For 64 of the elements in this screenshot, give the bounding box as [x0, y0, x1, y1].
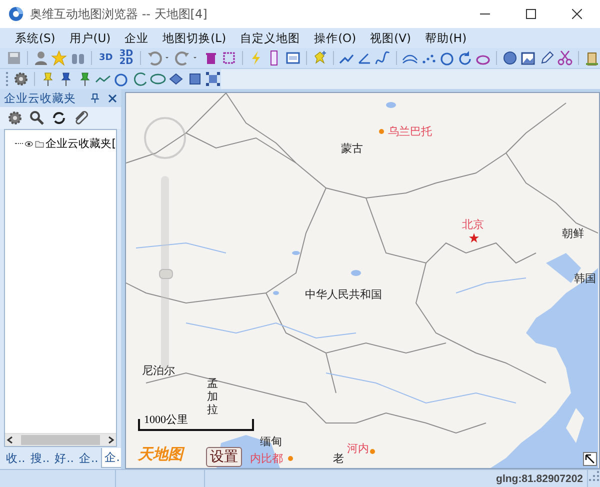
resize-grip-icon[interactable] — [588, 470, 600, 482]
eye-icon[interactable] — [24, 138, 33, 148]
pan-control[interactable] — [144, 117, 186, 159]
scroll-right-icon[interactable] — [106, 435, 116, 445]
menu-item[interactable]: 帮助(H) — [418, 30, 474, 46]
pin-icon[interactable] — [90, 93, 100, 103]
panel-tab[interactable]: 收.. — [4, 448, 28, 468]
redo-icon[interactable] — [174, 49, 191, 67]
close-icon[interactable] — [108, 94, 117, 102]
settings-button[interactable]: 设置 — [206, 447, 242, 467]
zoom-thumb[interactable] — [159, 268, 173, 278]
menu-item[interactable]: 企业 — [118, 30, 156, 46]
country-label: 韩国 — [574, 271, 596, 286]
panel-title: 企业云收藏夹 — [4, 90, 77, 106]
capital-label: 北京 — [462, 217, 484, 232]
panel-tab[interactable]: 搜.. — [28, 448, 52, 468]
menu-item[interactable]: 视图(V) — [363, 30, 418, 46]
city-label: 内比都 — [250, 451, 283, 466]
scale-label: 1000公里 — [144, 414, 188, 426]
nodes-icon[interactable] — [204, 70, 222, 88]
capital-star-icon — [469, 233, 479, 243]
maximize-icon[interactable] — [526, 9, 536, 19]
country-label: 蒙古 — [341, 141, 363, 156]
collapse-button[interactable] — [583, 452, 597, 466]
city-label: 河内 — [347, 441, 369, 456]
refresh-icon[interactable] — [456, 49, 474, 67]
panel-tab[interactable]: 企.. — [76, 448, 100, 468]
country-label: 老 — [333, 451, 344, 466]
3d-button[interactable]: 3D — [96, 49, 116, 67]
arc-circle-icon[interactable] — [132, 70, 148, 88]
gear-icon[interactable] — [6, 109, 24, 127]
tree-item[interactable]: 企业云收藏夹[ — [46, 136, 116, 151]
close-icon[interactable] — [572, 9, 582, 19]
city-dot-icon — [370, 449, 375, 454]
menu-item[interactable]: 地图切换(L) — [156, 30, 234, 46]
country-label: 尼泊尔 — [142, 363, 175, 378]
3d-2d-button[interactable]: 3D 2D — [117, 49, 136, 67]
star-icon[interactable] — [51, 49, 68, 67]
curve-icon[interactable] — [375, 49, 392, 67]
person-icon[interactable] — [33, 49, 50, 67]
country-label: 缅甸 — [260, 434, 282, 449]
app-logo-icon — [8, 6, 24, 22]
panel-tab[interactable]: 好.. — [52, 448, 76, 468]
menu-item[interactable]: 自定义地图 — [233, 30, 308, 46]
city-dot-icon — [288, 456, 293, 461]
country-label: 孟加拉 — [207, 377, 218, 417]
menu-item[interactable]: 系统(S) — [8, 30, 62, 46]
scrollbar-thumb[interactable] — [21, 435, 100, 445]
search-icon[interactable] — [28, 109, 46, 127]
country-label: 中华人民共和国 — [305, 287, 382, 302]
scroll-left-icon[interactable] — [5, 435, 15, 445]
menu-item[interactable]: 用户(U) — [62, 30, 118, 46]
gear-icon[interactable] — [12, 70, 30, 88]
panel-tab[interactable]: 企. — [101, 448, 123, 468]
sync-icon[interactable] — [50, 109, 68, 127]
city-dot-icon — [379, 129, 384, 134]
country-label: 朝鲜 — [562, 226, 584, 241]
coordinates-text: glng:81.82907202 — [496, 472, 583, 484]
city-label: 乌兰巴托 — [388, 124, 432, 139]
undo-icon[interactable] — [146, 49, 163, 67]
window-title: 奥维互动地图浏览器 -- 天地图[4] — [30, 6, 208, 22]
map-logo: 天地图 — [138, 445, 183, 464]
menu-item[interactable]: 操作(O) — [307, 30, 364, 46]
scissors-icon[interactable] — [556, 49, 573, 67]
